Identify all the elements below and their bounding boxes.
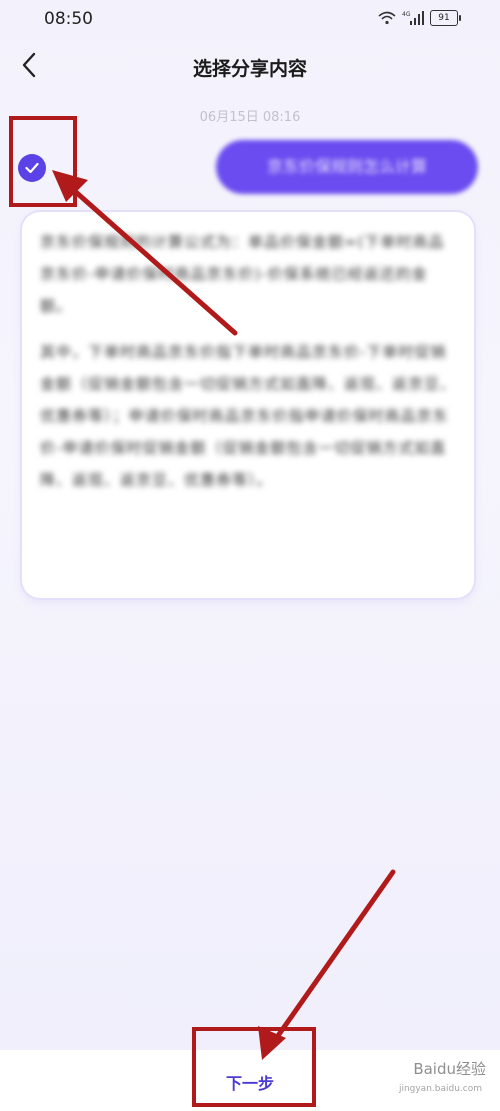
annotation-arrows [52,170,396,1060]
annotation-arrow-checkbox [57,175,238,336]
annotation-arrow-next [265,869,396,1053]
